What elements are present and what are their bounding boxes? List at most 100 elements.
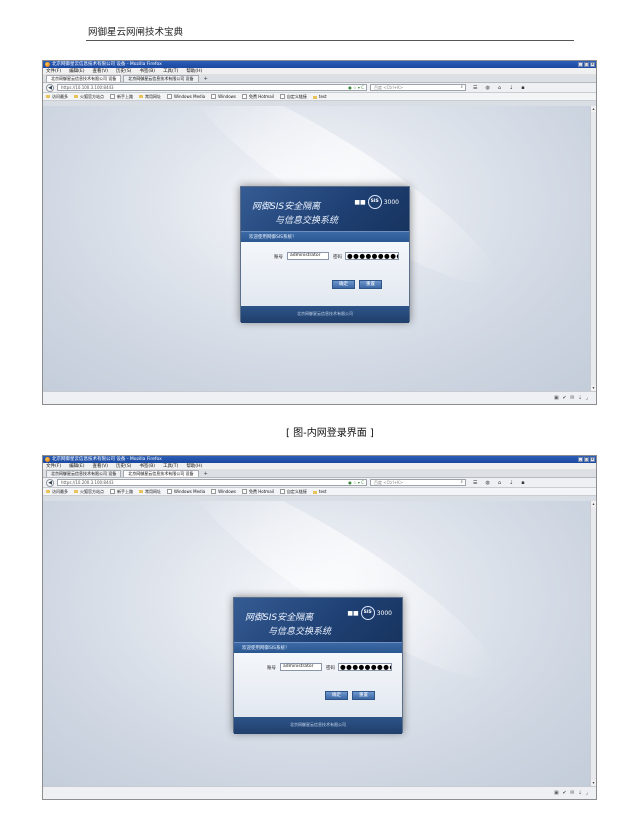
new-tab-icon[interactable]: + bbox=[201, 471, 211, 477]
bookmark-item[interactable]: 火狐官方站点 bbox=[74, 94, 104, 100]
back-arrow-icon[interactable]: ◀ bbox=[46, 83, 54, 92]
search-icon[interactable]: ⌕ bbox=[460, 480, 463, 485]
sis-logo: ■■ SIS 3000 bbox=[347, 606, 392, 620]
product-subtitle: 与信息交换系统 bbox=[268, 627, 332, 637]
bookmark-item[interactable]: 自定义链接 bbox=[280, 489, 307, 495]
minimize-icon[interactable]: _ bbox=[578, 62, 583, 67]
menu-item-tools[interactable]: 工具(T) bbox=[163, 463, 178, 469]
company-footer: 北京网御星云信息技术有限公司 bbox=[241, 306, 409, 323]
bookmark-item[interactable]: 常用网址 bbox=[139, 94, 161, 100]
search-input[interactable]: 百度 <Ctrl+K> ⌕ bbox=[370, 479, 466, 486]
download-icon[interactable]: ⇣ bbox=[509, 480, 513, 486]
ok-button[interactable]: 确定 bbox=[325, 691, 348, 700]
figure-caption: [ 图-内网登录界面 ] bbox=[286, 428, 374, 439]
reload-icon[interactable]: ● ☆ ▾ C bbox=[348, 480, 364, 485]
product-title: 网御SIS安全隔离 bbox=[245, 613, 314, 623]
window-titlebar: 北京网御星云信息技术有限公司 设备 - Mozilla Firefox _ □ … bbox=[43, 61, 596, 68]
bookmark-item[interactable]: Windows bbox=[211, 94, 236, 100]
vertical-scrollbar[interactable]: ▴ ▾ bbox=[590, 501, 596, 786]
menu-item-view[interactable]: 查看(V) bbox=[92, 68, 108, 74]
addon-icon[interactable]: ◍ bbox=[485, 85, 489, 91]
menu-item-help[interactable]: 帮助(H) bbox=[186, 68, 202, 74]
extension-icon[interactable]: ▪ bbox=[521, 480, 524, 486]
bookmark-menu-icon[interactable]: ☰ bbox=[473, 85, 477, 91]
login-form: 账号 administrator 密码 ●●●●●●●●● 确定 重置 bbox=[241, 242, 409, 306]
url-input[interactable]: https://10.100.3.100:8443 ● ☆ ▾ C bbox=[57, 84, 367, 91]
bookmark-item[interactable]: Windows Media bbox=[167, 489, 205, 495]
bookmark-item[interactable]: 免费 Hotmail bbox=[242, 94, 274, 100]
close-icon[interactable]: x bbox=[590, 62, 595, 67]
browser-tab[interactable]: 北京网御星云信息技术有限公司 设备 bbox=[123, 470, 199, 477]
url-input[interactable]: https://10.200.3.100:8443 ● ☆ ▾ C bbox=[57, 479, 367, 486]
username-input[interactable]: administrator bbox=[280, 663, 322, 671]
status-icons: ▣ ✔ ✉ ⇣ ⌟ bbox=[554, 395, 589, 401]
bookmark-item[interactable]: 火狐官方站点 bbox=[74, 489, 104, 495]
window-controls: _ □ x bbox=[578, 62, 595, 67]
bookmark-item[interactable]: 自定义链接 bbox=[280, 94, 307, 100]
download-icon[interactable]: ⇣ bbox=[509, 85, 513, 91]
menu-bar: 文件(F) 编辑(E) 查看(V) 历史(S) 书签(B) 工具(T) 帮助(H… bbox=[43, 68, 596, 75]
welcome-text: 欢迎使用网御SIS系统！ bbox=[241, 231, 409, 242]
addon-icon[interactable]: ◍ bbox=[485, 480, 489, 486]
back-arrow-icon[interactable]: ◀ bbox=[46, 478, 54, 487]
bookmark-item[interactable]: 访问最多 bbox=[46, 489, 68, 495]
password-input[interactable]: ●●●●●●●●● bbox=[338, 663, 392, 671]
password-label: 密码 bbox=[333, 255, 342, 260]
username-input[interactable]: administrator bbox=[287, 252, 329, 260]
menu-item-file[interactable]: 文件(F) bbox=[46, 463, 61, 469]
bookmark-item[interactable]: 新手上路 bbox=[110, 489, 133, 495]
url-text: https://10.200.3.100:8443 bbox=[61, 480, 114, 485]
ok-button[interactable]: 确定 bbox=[332, 280, 355, 289]
bookmark-menu-icon[interactable]: ☰ bbox=[473, 480, 477, 486]
reload-icon[interactable]: ● ☆ ▾ C bbox=[348, 85, 364, 90]
search-input[interactable]: 百度 <Ctrl+K> ⌕ bbox=[370, 84, 466, 91]
window-title: 北京网御星云信息技术有限公司 设备 - Mozilla Firefox bbox=[52, 457, 162, 462]
window-titlebar: 北京网御星云信息技术有限公司 设备 - Mozilla Firefox _ □ … bbox=[43, 456, 596, 463]
menu-item-history[interactable]: 历史(S) bbox=[116, 68, 131, 74]
minimize-icon[interactable]: _ bbox=[578, 457, 583, 462]
menu-item-help[interactable]: 帮助(H) bbox=[186, 463, 202, 469]
menu-item-edit[interactable]: 编辑(E) bbox=[69, 68, 84, 74]
menu-item-tools[interactable]: 工具(T) bbox=[163, 68, 178, 74]
bookmark-item[interactable]: 免费 Hotmail bbox=[242, 489, 274, 495]
bookmark-item[interactable]: 新手上路 bbox=[110, 94, 133, 100]
welcome-text: 欢迎使用网御SIS系统！ bbox=[234, 642, 402, 653]
menu-item-edit[interactable]: 编辑(E) bbox=[69, 463, 84, 469]
sis-logo: ■■ SIS 3000 bbox=[354, 195, 399, 209]
home-icon[interactable]: ⌂ bbox=[498, 480, 501, 486]
bookmark-item[interactable]: Windows Media bbox=[167, 94, 205, 100]
menu-item-bookmarks[interactable]: 书签(B) bbox=[139, 68, 155, 74]
password-input[interactable]: ●●●●●●●●● bbox=[345, 252, 399, 260]
home-icon[interactable]: ⌂ bbox=[498, 85, 501, 91]
maximize-icon[interactable]: □ bbox=[584, 62, 589, 67]
menu-item-bookmarks[interactable]: 书签(B) bbox=[139, 463, 155, 469]
bookmark-item[interactable]: test bbox=[313, 489, 327, 494]
menu-item-file[interactable]: 文件(F) bbox=[46, 68, 61, 74]
product-title: 网御SIS安全隔离 bbox=[252, 202, 321, 212]
browser-screenshot-bottom: 北京网御星云信息技术有限公司 设备 - Mozilla Firefox _ □ … bbox=[42, 455, 597, 800]
extension-icon[interactable]: ▪ bbox=[521, 85, 524, 91]
menu-item-history[interactable]: 历史(S) bbox=[116, 463, 131, 469]
username-label: 账号 bbox=[267, 666, 276, 671]
browser-tab[interactable]: 北京网御星云信息技术有限公司 设备 bbox=[123, 75, 199, 82]
vertical-scrollbar[interactable]: ▴ ▾ bbox=[590, 106, 596, 391]
bookmarks-bar: 访问最多 火狐官方站点 新手上路 常用网址 Windows Media Wind… bbox=[43, 93, 596, 101]
browser-tab[interactable]: 北京网御星云信息技术有限公司 设备 bbox=[46, 75, 122, 82]
scroll-up-icon[interactable]: ▴ bbox=[591, 106, 596, 112]
bookmark-item[interactable]: test bbox=[313, 94, 327, 99]
reset-button[interactable]: 重置 bbox=[359, 280, 382, 289]
close-icon[interactable]: x bbox=[590, 457, 595, 462]
new-tab-icon[interactable]: + bbox=[201, 76, 211, 82]
scroll-up-icon[interactable]: ▴ bbox=[591, 501, 596, 507]
bookmark-item[interactable]: 常用网址 bbox=[139, 489, 161, 495]
bookmark-item[interactable]: 访问最多 bbox=[46, 94, 68, 100]
maximize-icon[interactable]: □ bbox=[584, 457, 589, 462]
search-icon[interactable]: ⌕ bbox=[460, 85, 463, 90]
search-placeholder: 百度 <Ctrl+K> bbox=[374, 480, 404, 485]
product-code: 3000 bbox=[383, 198, 399, 206]
menu-item-view[interactable]: 查看(V) bbox=[92, 463, 108, 469]
browser-tab[interactable]: 北京网御星云信息技术有限公司 设备 bbox=[46, 470, 122, 477]
header-divider bbox=[86, 40, 574, 41]
bookmark-item[interactable]: Windows bbox=[211, 489, 236, 495]
reset-button[interactable]: 重置 bbox=[352, 691, 375, 700]
